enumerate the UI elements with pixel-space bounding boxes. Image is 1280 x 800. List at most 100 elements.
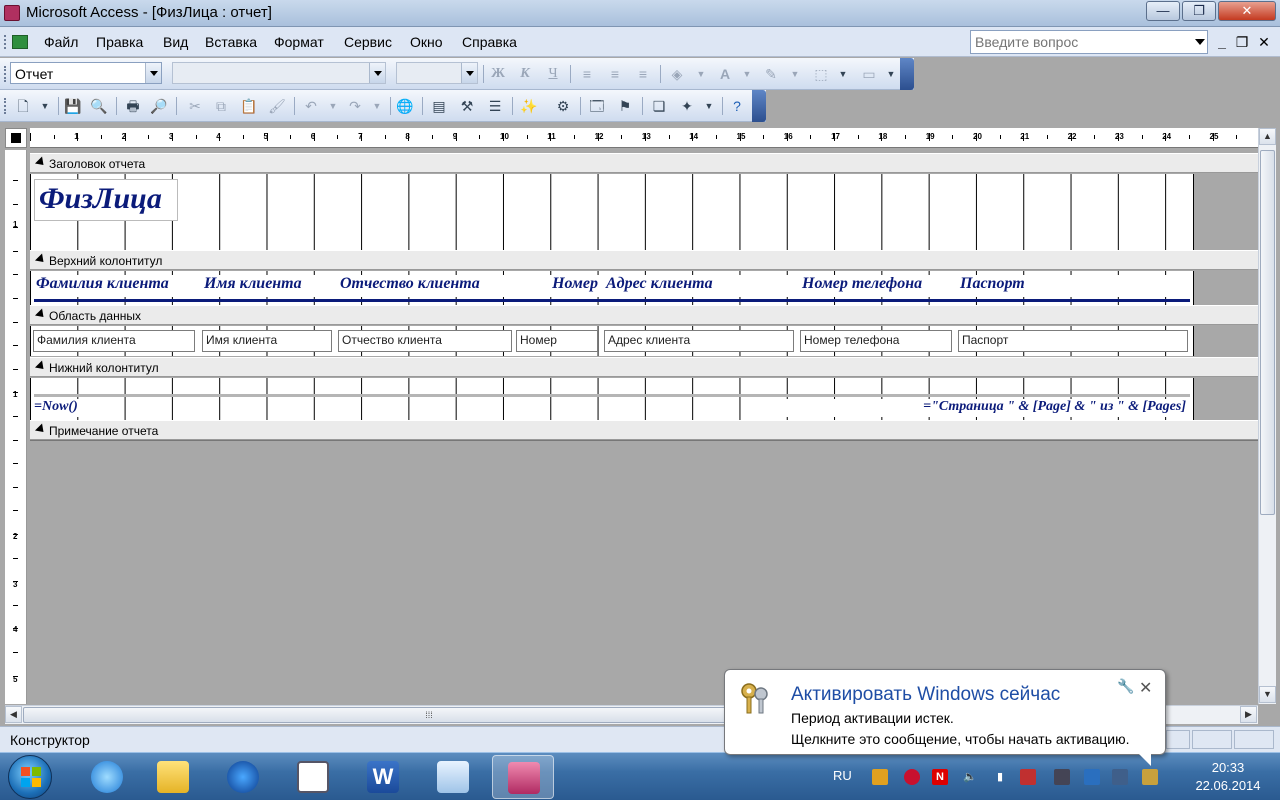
detail-field-address[interactable]: Адрес клиента [604,330,794,352]
report-title-label[interactable]: ФизЛица [34,179,178,221]
new-object-icon[interactable]: ✦ [676,95,698,117]
access-app-icon[interactable] [4,5,20,21]
report-design-canvas[interactable]: Заголовок отчета ФизЛица Верхний колонти… [30,150,1258,704]
tray-app-icon[interactable] [1020,769,1036,785]
section-bar-page-footer[interactable]: Нижний колонтитул [30,357,1258,377]
toolbar-grip[interactable] [4,98,7,114]
align-right-icon[interactable]: ≡ [632,63,654,85]
header-label-surname[interactable]: Фамилия клиента [34,275,196,297]
fill-color-icon[interactable]: ◈ [666,63,688,85]
menu-tools[interactable]: Сервис [344,34,392,50]
menu-grip[interactable] [4,35,7,49]
autoformat-icon[interactable]: ✨ [518,95,540,117]
tray-app-icon[interactable] [1054,769,1070,785]
header-label-patronymic[interactable]: Отчество клиента [338,275,512,297]
taskbar-calendar[interactable] [282,755,344,799]
header-label-phone[interactable]: Номер телефона [800,275,952,297]
help-icon[interactable]: ? [726,95,748,117]
save-icon[interactable]: 💾 [62,95,84,117]
detail-field-surname[interactable]: Фамилия клиента [33,330,195,352]
align-left-icon[interactable]: ≡ [576,63,598,85]
header-label-number[interactable]: Номер [516,275,600,297]
activation-key-icon[interactable] [1142,769,1158,785]
signal-icon[interactable]: ▮ [992,769,1008,785]
chevron-down-icon[interactable] [145,63,161,83]
print-preview-icon[interactable]: 🔎 [148,95,170,117]
chevron-down-icon[interactable]: ▼ [832,63,854,85]
paste-icon[interactable]: 📋 [238,95,260,117]
border-icon[interactable]: ⬚ [810,63,832,85]
menu-edit[interactable]: Правка [96,34,143,50]
tray-app-icon[interactable] [872,769,888,785]
bold-button[interactable]: Ж [487,63,509,85]
network-icon[interactable] [1112,769,1128,785]
scroll-left-arrow-icon[interactable]: ◀ [5,706,22,723]
detail-field-passport[interactable]: Паспорт [958,330,1188,352]
section-bar-report-footer[interactable]: Примечание отчета [30,420,1258,440]
report-header-section[interactable]: ФизЛица [30,174,1194,250]
footer-separator-line[interactable] [34,394,1190,397]
close-button[interactable]: ✕ [1218,1,1276,21]
font-size-combo[interactable] [396,62,478,84]
chevron-down-icon[interactable]: ▼ [880,63,902,85]
detail-section[interactable]: Фамилия клиента Имя клиента Отчество кли… [30,326,1194,356]
footer-now-field[interactable]: =Now() [34,399,122,417]
toolbar-grip[interactable] [4,66,7,82]
chevron-down-icon[interactable]: ▼ [736,63,758,85]
font-combo[interactable] [172,62,386,84]
language-indicator[interactable]: RU [833,768,852,783]
vertical-ruler[interactable]: 1 1 2 3 4 5 [5,150,27,704]
object-combo[interactable]: Отчет [10,62,162,84]
doc-close-button[interactable]: ✕ [1256,34,1272,51]
tray-app-icon[interactable] [904,769,920,785]
scroll-right-arrow-icon[interactable]: ▶ [1240,706,1257,723]
help-question-box[interactable] [970,30,1208,54]
menu-help[interactable]: Справка [462,34,517,50]
detail-field-number[interactable]: Номер [516,330,598,352]
doc-minimize-button[interactable]: _ [1214,34,1230,50]
help-question-input[interactable] [971,31,1185,53]
horizontal-ruler[interactable]: 1 2 3 4 5 6 7 8 9 10 11 12 13 14 15 16 17 18 19 20 21 22 23 24 2… [30,128,1258,148]
underline-button[interactable]: Ч [542,63,564,85]
detail-field-name[interactable]: Имя клиента [202,330,332,352]
code-icon[interactable]: ⚙ [552,95,574,117]
clock[interactable]: 20:33 22.06.2014 [1180,759,1276,795]
menu-window[interactable]: Окно [410,34,443,50]
line-width-icon[interactable]: ▭ [858,63,880,85]
header-label-name[interactable]: Имя клиента [202,275,332,297]
chevron-down-icon[interactable]: ▼ [322,95,344,117]
chevron-down-icon[interactable]: ▼ [34,95,56,117]
wrench-icon[interactable]: 🔧 [1117,678,1134,695]
format-painter-icon[interactable]: 🖌 [266,95,288,117]
header-label-passport[interactable]: Паспорт [958,275,1186,297]
section-bar-detail[interactable]: Область данных [30,305,1258,325]
taskbar-microsoft-word[interactable]: W [352,755,414,799]
font-color-button[interactable]: A [714,63,736,85]
toolbar-options-button[interactable] [900,58,914,90]
section-bar-page-header[interactable]: Верхний колонтитул [30,250,1258,270]
align-center-icon[interactable]: ≡ [604,63,626,85]
page-footer-section[interactable]: =Now() ="Страница " & [Page] & " из " & … [30,378,1194,420]
header-label-address[interactable]: Адрес клиента [604,275,794,297]
activation-notification[interactable]: Активировать Windows сейчас Период актив… [724,669,1166,766]
file-search-icon[interactable]: 🔍 [88,95,110,117]
italic-button[interactable]: К [514,63,536,85]
taskbar-notepad[interactable] [422,755,484,799]
build-icon[interactable]: ⚑ [614,95,636,117]
cut-icon[interactable]: ✂ [184,95,206,117]
section-bar-report-header[interactable]: Заголовок отчета [30,153,1258,173]
chevron-down-icon[interactable]: ▼ [366,95,388,117]
page-header-section[interactable]: Фамилия клиента Имя клиента Отчество кли… [30,271,1194,305]
start-button[interactable] [8,755,52,799]
database-window-icon[interactable]: ❏ [648,95,670,117]
detail-field-patronymic[interactable]: Отчество клиента [338,330,512,352]
toolbar-options-button[interactable] [752,90,766,122]
chevron-down-icon[interactable]: ▼ [784,63,806,85]
properties-icon[interactable]: 🗔 [586,95,608,117]
taskbar-windows-explorer[interactable] [142,755,204,799]
line-color-icon[interactable]: ✎ [760,63,782,85]
close-icon[interactable]: ✕ [1139,678,1152,698]
view-icon[interactable]: 🗋 [12,95,34,117]
vertical-scroll-thumb[interactable] [1260,150,1275,515]
menu-format[interactable]: Формат [274,34,324,50]
